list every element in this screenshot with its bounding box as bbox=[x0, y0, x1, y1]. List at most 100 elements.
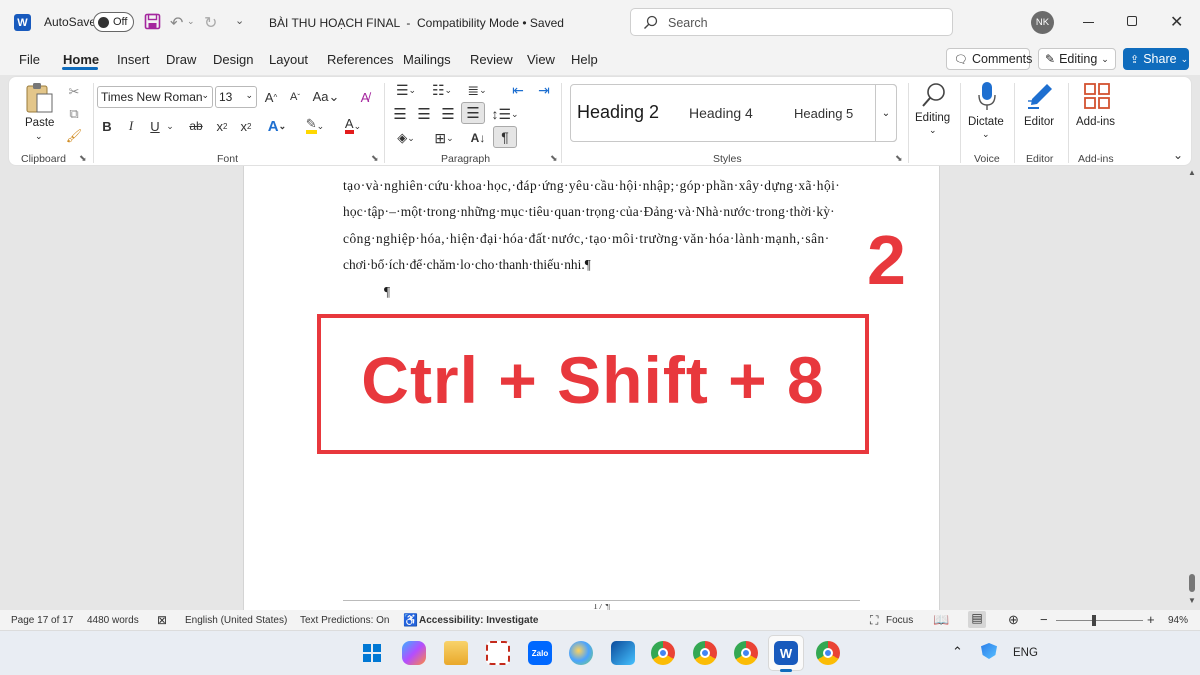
page-count[interactable]: Page 17 of 17 bbox=[11, 615, 73, 626]
styles-more-button[interactable]: ⌄ bbox=[875, 84, 897, 142]
decrease-indent-icon[interactable]: ⇤ bbox=[507, 80, 529, 100]
close-icon[interactable]: ✕ bbox=[1170, 12, 1183, 32]
web-layout-icon[interactable]: ⊕ bbox=[1008, 612, 1019, 628]
clear-formatting-icon[interactable]: A̸ bbox=[355, 86, 375, 108]
undo-dropdown-icon[interactable]: ⌄ bbox=[187, 16, 195, 27]
highlight-color-icon[interactable]: ✎ ⌄ bbox=[300, 115, 330, 137]
vertical-scrollbar[interactable]: ▲ ▼ bbox=[1186, 166, 1198, 610]
text-predictions-status[interactable]: Text Predictions: On bbox=[300, 615, 389, 626]
restore-icon[interactable] bbox=[1127, 16, 1137, 26]
font-name-select[interactable]: Times New Roman ⌄ bbox=[97, 86, 213, 108]
share-button[interactable]: ⇪ Share ⌄ bbox=[1123, 48, 1189, 70]
tab-view[interactable]: View bbox=[527, 52, 555, 67]
borders-icon[interactable]: ⊞ ⌄ bbox=[427, 127, 461, 149]
zoom-out-icon[interactable]: − bbox=[1040, 612, 1048, 627]
sort-icon[interactable]: A↓ bbox=[467, 127, 489, 149]
tab-design[interactable]: Design bbox=[213, 52, 253, 67]
focus-mode-button[interactable]: Focus bbox=[886, 615, 913, 626]
accessibility-status[interactable]: Accessibility: Investigate bbox=[419, 615, 539, 626]
redo-icon[interactable]: ↻ bbox=[204, 13, 217, 33]
italic-icon[interactable]: I bbox=[121, 115, 141, 137]
numbering-icon[interactable]: ☷ ⌄ bbox=[427, 80, 457, 100]
superscript-icon[interactable]: x2 bbox=[236, 115, 256, 137]
word-count[interactable]: 4480 words bbox=[87, 615, 139, 626]
subscript-icon[interactable]: x2 bbox=[212, 115, 232, 137]
font-size-select[interactable]: 13 ⌄ bbox=[215, 86, 257, 108]
addins-button[interactable]: Add-ins bbox=[1073, 79, 1121, 143]
editor-button[interactable]: Editor bbox=[1019, 79, 1061, 143]
editing-button[interactable]: Editing ⌄ bbox=[912, 79, 954, 143]
chrome-icon[interactable] bbox=[651, 641, 675, 665]
tab-help[interactable]: Help bbox=[571, 52, 598, 67]
start-menu-icon[interactable] bbox=[360, 641, 384, 665]
paste-button[interactable]: Paste ⌄ bbox=[19, 81, 59, 143]
style-heading-4[interactable]: Heading 4 bbox=[689, 105, 753, 121]
style-heading-2[interactable]: Heading 2 bbox=[577, 102, 659, 123]
input-language[interactable]: ENG bbox=[1013, 647, 1038, 659]
justify-icon[interactable]: ☰ bbox=[461, 102, 485, 124]
read-mode-icon[interactable]: 📖 bbox=[933, 612, 949, 628]
line-spacing-icon[interactable]: ↕☰ ⌄ bbox=[489, 103, 521, 125]
styles-launcher-icon[interactable]: ⬊ bbox=[895, 153, 903, 164]
format-painter-icon[interactable]: 🖌 bbox=[64, 127, 84, 145]
tab-mailings[interactable]: Mailings bbox=[403, 52, 451, 67]
style-heading-5[interactable]: Heading 5 bbox=[794, 106, 853, 121]
show-formatting-marks-icon[interactable]: ¶ bbox=[493, 126, 517, 148]
zoom-slider-thumb[interactable] bbox=[1092, 615, 1096, 626]
underline-icon[interactable]: U bbox=[145, 115, 165, 137]
photos-icon[interactable] bbox=[611, 641, 635, 665]
zoom-level[interactable]: 94% bbox=[1168, 615, 1188, 626]
editing-mode-button[interactable]: ✎ Editing ⌄ bbox=[1038, 48, 1116, 70]
minimize-icon[interactable] bbox=[1083, 22, 1094, 23]
save-icon[interactable] bbox=[144, 13, 161, 30]
zoom-slider[interactable] bbox=[1056, 615, 1143, 626]
increase-indent-icon[interactable]: ⇥ bbox=[533, 80, 555, 100]
strikethrough-icon[interactable]: ab bbox=[184, 115, 208, 137]
font-launcher-icon[interactable]: ⬊ bbox=[371, 153, 379, 164]
tab-draw[interactable]: Draw bbox=[166, 52, 196, 67]
chrome-profile-icon[interactable] bbox=[734, 641, 758, 665]
file-explorer-icon[interactable] bbox=[444, 641, 468, 665]
language-status[interactable]: English (United States) bbox=[185, 615, 287, 626]
underline-dropdown-icon[interactable]: ⌄ bbox=[165, 115, 175, 137]
font-color-icon[interactable]: A ⌄ bbox=[338, 115, 368, 137]
copilot-icon[interactable] bbox=[402, 641, 426, 665]
print-layout-icon[interactable]: ▤ bbox=[968, 611, 986, 628]
align-left-icon[interactable]: ☰ bbox=[389, 103, 411, 125]
paragraph-launcher-icon[interactable]: ⬊ bbox=[550, 153, 558, 164]
change-case-icon[interactable]: Aa⌄ bbox=[311, 86, 341, 108]
shrink-font-icon[interactable]: Aˇ bbox=[285, 86, 305, 108]
undo-icon[interactable]: ↶ bbox=[170, 13, 183, 33]
tab-home[interactable]: Home bbox=[63, 52, 99, 67]
bold-icon[interactable]: B bbox=[97, 115, 117, 137]
chrome-profile-icon[interactable] bbox=[816, 641, 840, 665]
zalo-icon[interactable]: Zalo bbox=[528, 641, 552, 665]
word-taskbar-icon[interactable]: W bbox=[774, 641, 798, 665]
tab-references[interactable]: References bbox=[327, 52, 393, 67]
tray-overflow-icon[interactable]: ⌃ bbox=[952, 644, 963, 660]
align-center-icon[interactable]: ☰ bbox=[413, 103, 435, 125]
zoom-in-icon[interactable]: + bbox=[1147, 612, 1155, 627]
comments-button[interactable]: 🗨 Comments bbox=[946, 48, 1032, 70]
chrome-profile-icon[interactable] bbox=[693, 641, 717, 665]
dictate-button[interactable]: Dictate ⌄ bbox=[965, 79, 1007, 143]
tab-file[interactable]: File bbox=[19, 52, 40, 67]
scrollbar-thumb[interactable] bbox=[1189, 574, 1195, 592]
proofing-icon[interactable]: ⊠ bbox=[157, 613, 167, 627]
clipboard-launcher-icon[interactable]: ⬊ bbox=[79, 153, 87, 164]
bullets-icon[interactable]: ☰ ⌄ bbox=[391, 80, 421, 100]
multilevel-list-icon[interactable]: ≣ ⌄ bbox=[462, 80, 492, 100]
grow-font-icon[interactable]: A ^ bbox=[261, 86, 281, 108]
autosave-toggle[interactable]: Off bbox=[93, 12, 134, 32]
tab-review[interactable]: Review bbox=[470, 52, 513, 67]
align-right-icon[interactable]: ☰ bbox=[437, 103, 459, 125]
customize-qat-icon[interactable]: ⌄ bbox=[235, 14, 244, 27]
shading-icon[interactable]: ◈ ⌄ bbox=[391, 127, 421, 149]
user-avatar[interactable]: NK bbox=[1031, 11, 1054, 34]
search-box[interactable]: Search bbox=[630, 8, 953, 36]
copy-icon[interactable]: ⧉ bbox=[64, 105, 84, 123]
cut-icon[interactable]: ✂ bbox=[64, 83, 84, 101]
tab-insert[interactable]: Insert bbox=[117, 52, 150, 67]
snipping-tool-icon[interactable] bbox=[486, 641, 510, 665]
tab-layout[interactable]: Layout bbox=[269, 52, 308, 67]
